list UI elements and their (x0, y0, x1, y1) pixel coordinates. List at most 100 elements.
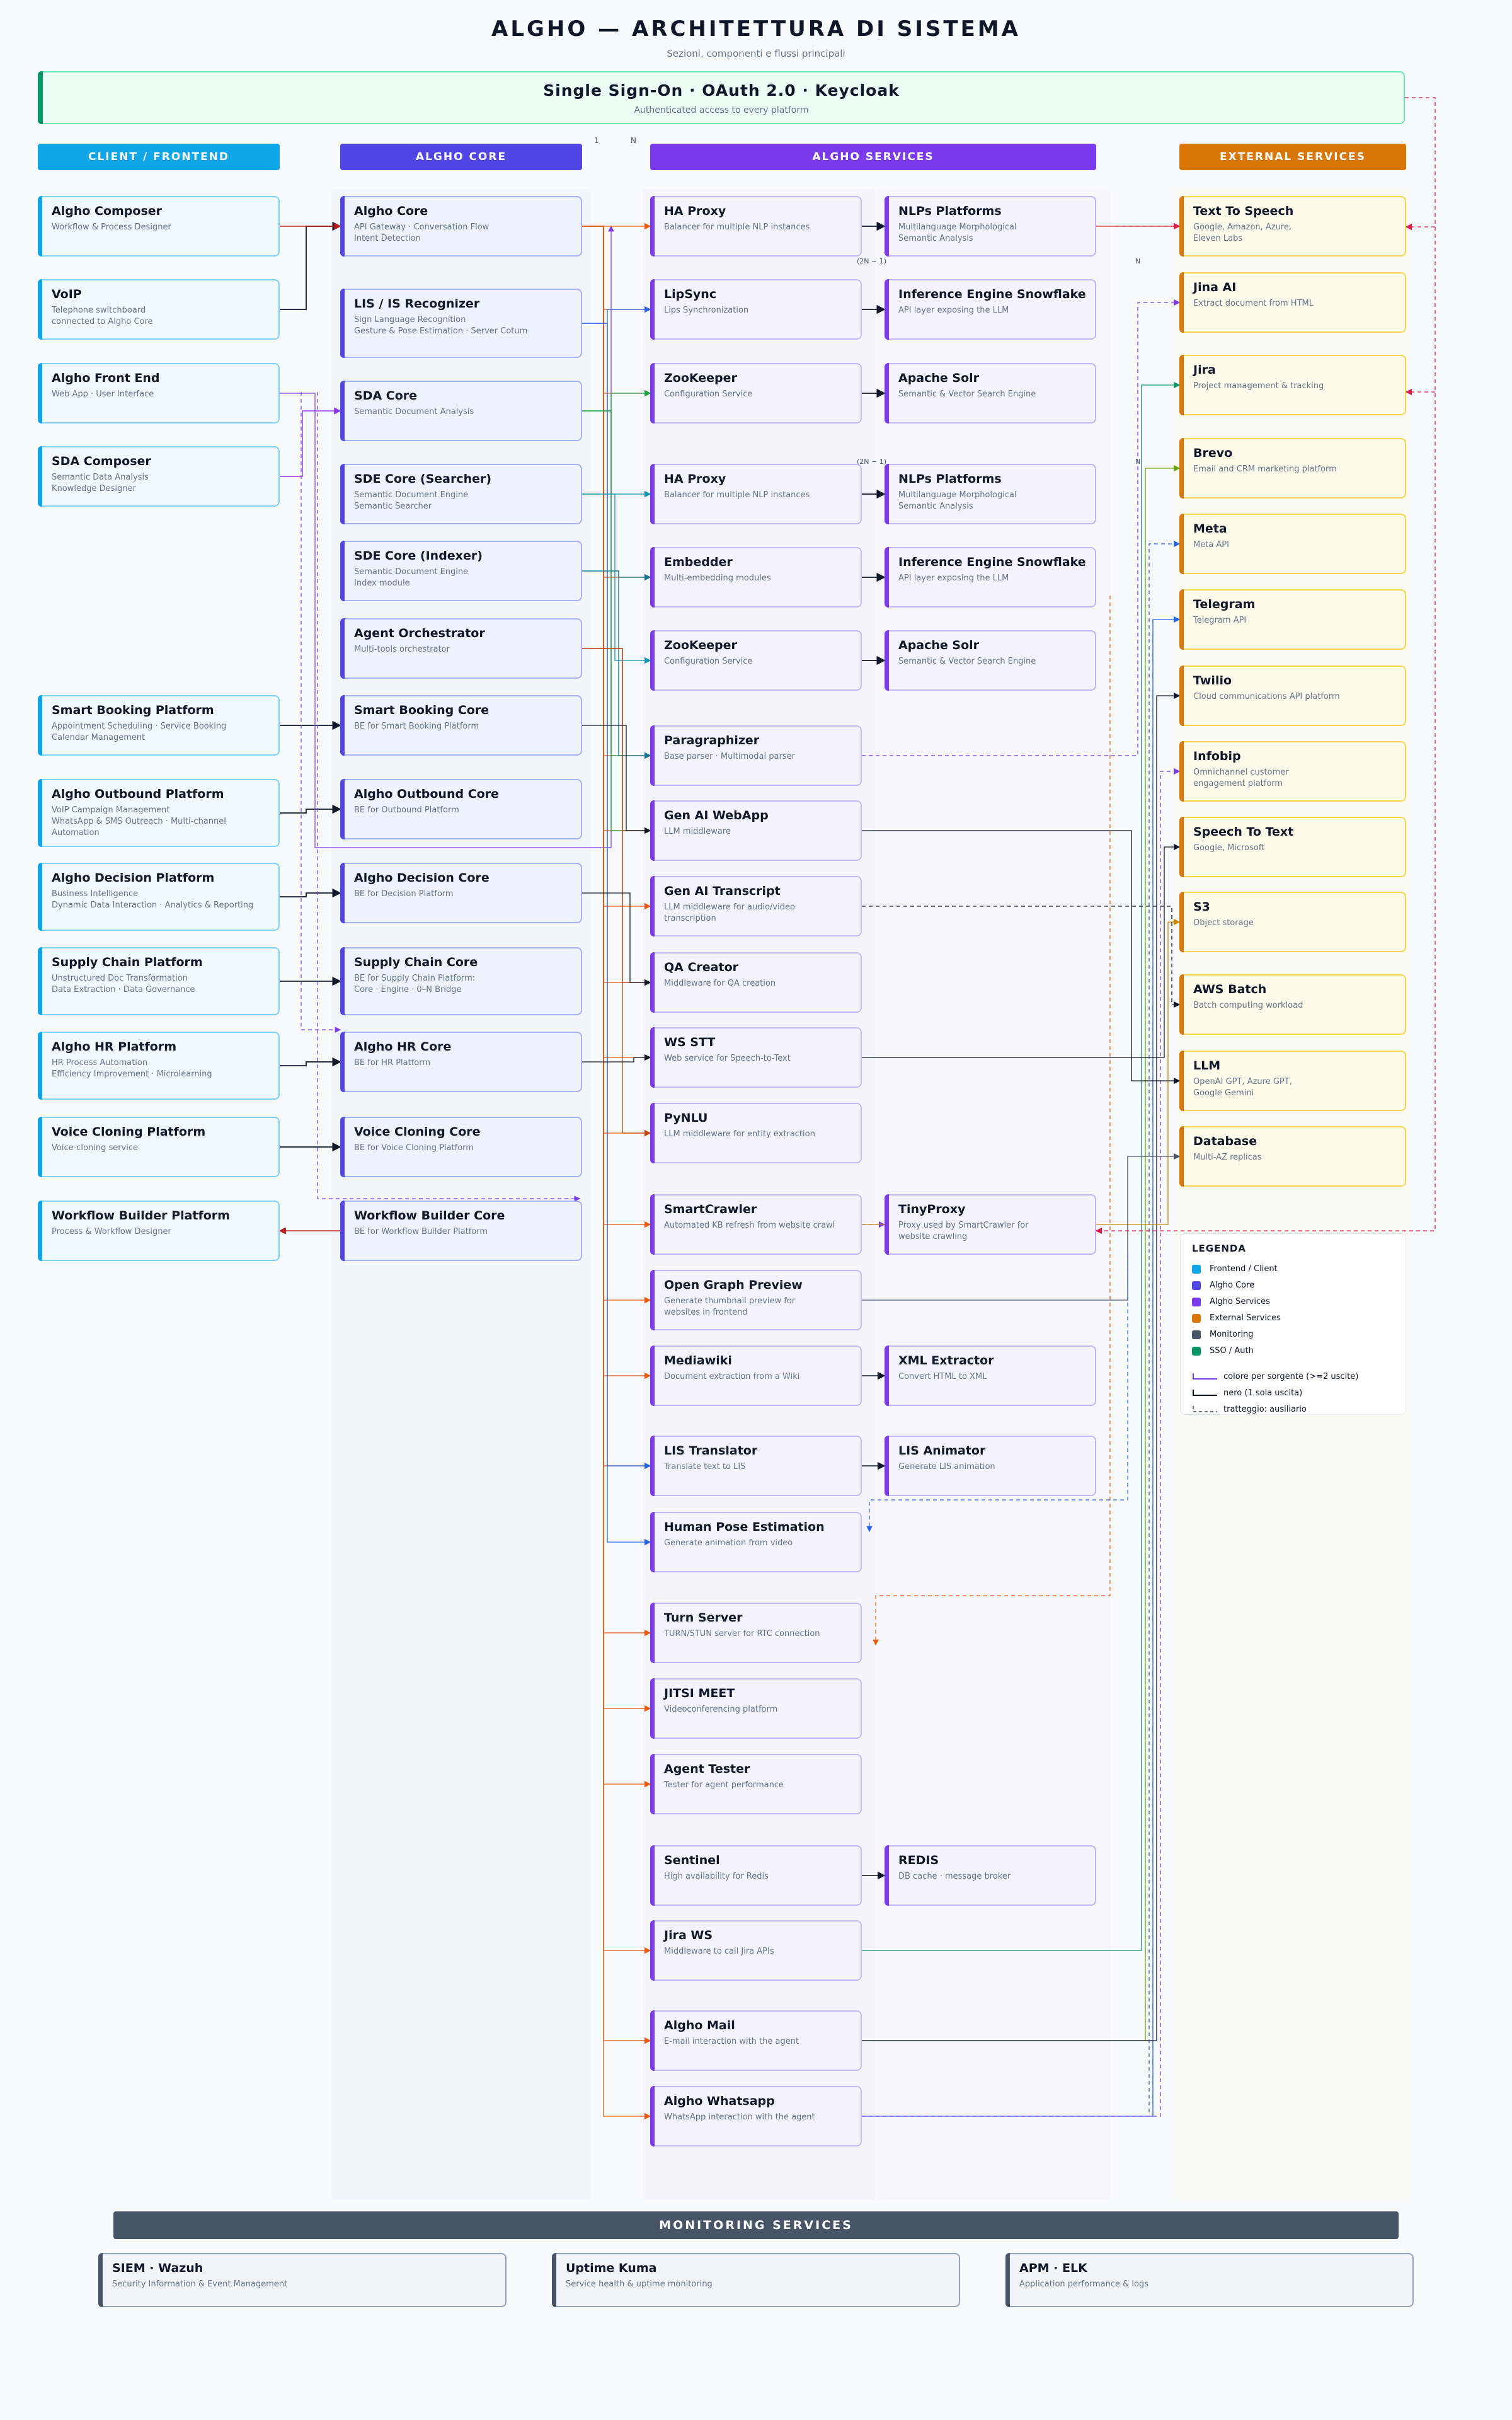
monitoring-node[interactable]: SIEM · Wazuh Security Information & Event… (98, 2253, 507, 2307)
core-node[interactable]: Voice Cloning Core BE for Voice Cloning P… (340, 1117, 582, 1177)
service-node[interactable]: ZooKeeper Configuration Service (650, 630, 862, 691)
core-node[interactable]: LIS / IS Recognizer Sign Language Recogni… (340, 289, 582, 358)
service-node[interactable]: LIS Animator Generate LIS animation (885, 1436, 1096, 1496)
node-title: Uptime Kuma (566, 2261, 657, 2275)
client-node[interactable]: Workflow Builder Platform Process & Workf… (38, 1201, 280, 1261)
service-node[interactable]: WS STT Web service for Speech-to-Text (650, 1027, 862, 1088)
box-accent (1179, 514, 1184, 574)
service-node[interactable]: Apache Solr Semantic & Vector Search Engi… (885, 363, 1096, 424)
service-node[interactable]: Open Graph Preview Generate thumbnail pre… (650, 1270, 862, 1330)
service-node[interactable]: HA Proxy Balancer for multiple NLP instan… (650, 464, 862, 524)
service-node[interactable]: SmartCrawler Automated KB refresh from we… (650, 1194, 862, 1255)
core-node[interactable]: Algho HR Core BE for HR Platform (340, 1032, 582, 1092)
box-accent (552, 2253, 556, 2307)
service-node[interactable]: PyNLU LLM middleware for entity extractio… (650, 1103, 862, 1163)
external-node[interactable]: Brevo Email and CRM marketing platform (1179, 438, 1406, 498)
service-node[interactable]: NLPs Platforms Multilanguage Morphologica… (885, 464, 1096, 524)
node-subtitle: Omnichannel customer engagement platform (1193, 768, 1289, 788)
legend-title: LEGENDA (1192, 1243, 1246, 1254)
node-title: QA Creator (664, 960, 738, 974)
external-node[interactable]: Jina AI Extract document from HTML (1179, 272, 1406, 333)
service-node[interactable]: TinyProxy Proxy used by SmartCrawler for … (885, 1194, 1096, 1255)
client-node[interactable]: Voice Cloning Platform Voice-cloning serv… (38, 1117, 280, 1177)
box-accent (650, 464, 655, 524)
monitoring-node[interactable]: Uptime Kuma Service health & uptime monit… (552, 2253, 960, 2307)
external-node[interactable]: Speech To Text Google, Microsoft (1179, 817, 1406, 877)
external-node[interactable]: Infobip Omnichannel customer engagement p… (1179, 741, 1406, 802)
service-node[interactable]: LipSync Lips Synchronization (650, 279, 862, 340)
service-node[interactable]: Gen AI Transcript LLM middleware for audi… (650, 876, 862, 936)
client-node[interactable]: Smart Booking Platform Appointment Schedu… (38, 695, 280, 756)
client-node[interactable]: Algho Composer Workflow & Process Designe… (38, 196, 280, 256)
connector-line (582, 389, 651, 412)
external-node[interactable]: Telegram Telegram API (1179, 589, 1406, 650)
legend-line-sample (1193, 1390, 1217, 1396)
external-node[interactable]: LLM OpenAI GPT, Azure GPT, Google Gemini (1179, 1051, 1406, 1111)
service-node[interactable]: Algho Whatsapp WhatsApp interaction with … (650, 2086, 862, 2146)
legend-swatch (1192, 1297, 1201, 1306)
service-node[interactable]: Jira WS Middleware to call Jira APIs (650, 1920, 862, 1981)
external-node[interactable]: Meta Meta API (1179, 514, 1406, 574)
service-node[interactable]: REDIS DB cache · message broker (885, 1845, 1096, 1906)
node-title: Brevo (1193, 446, 1233, 460)
sso-banner[interactable]: Single Sign-On · OAuth 2.0 · Keycloak Au… (38, 71, 1405, 124)
external-node[interactable]: S3 Object storage (1179, 892, 1406, 952)
service-node[interactable]: Agent Tester Tester for agent performance (650, 1754, 862, 1814)
node-subtitle: Process & Workflow Designer (52, 1227, 171, 1236)
core-node[interactable]: Smart Booking Core BE for Smart Booking P… (340, 695, 582, 756)
legend-label: Algho Core (1210, 1281, 1255, 1290)
service-node[interactable]: Inference Engine Snowflake API layer expo… (885, 547, 1096, 608)
client-node[interactable]: Supply Chain Platform Unstructured Doc Tr… (38, 947, 280, 1015)
legend-label: External Services (1210, 1313, 1281, 1323)
node-title: Smart Booking Core (354, 703, 490, 717)
core-node[interactable]: Agent Orchestrator Multi-tools orchestrat… (340, 618, 582, 679)
external-node[interactable]: AWS Batch Batch computing workload (1179, 974, 1406, 1035)
service-node[interactable]: Algho Mail E-mail interaction with the ag… (650, 2010, 862, 2071)
external-node[interactable]: Jira Project management & tracking (1179, 355, 1406, 415)
monitoring-node[interactable]: APM · ELK Application performance & logs (1005, 2253, 1414, 2307)
service-node[interactable]: Apache Solr Semantic & Vector Search Engi… (885, 630, 1096, 691)
core-node[interactable]: Algho Decision Core BE for Decision Platf… (340, 863, 582, 923)
node-title: SmartCrawler (664, 1202, 757, 1216)
service-node[interactable]: Inference Engine Snowflake API layer expo… (885, 279, 1096, 340)
service-node[interactable]: QA Creator Middleware for QA creation (650, 952, 862, 1013)
service-node[interactable]: Paragraphizer Base parser · Multimodal pa… (650, 725, 862, 786)
core-node[interactable]: Algho Outbound Core BE for Outbound Platf… (340, 779, 582, 839)
box-accent (650, 1270, 655, 1330)
service-node[interactable]: Human Pose Estimation Generate animation … (650, 1512, 862, 1572)
core-node[interactable]: Supply Chain Core BE for Supply Chain Pla… (340, 947, 582, 1015)
core-node[interactable]: SDE Core (Indexer) Semantic Document Engi… (340, 541, 582, 601)
external-node[interactable]: Text To Speech Google, Amazon, Azure, Ele… (1179, 196, 1406, 256)
core-node[interactable]: Workflow Builder Core BE for Workflow Bui… (340, 1201, 582, 1261)
client-node[interactable]: SDA Composer Semantic Data Analysis Knowl… (38, 446, 280, 507)
client-node[interactable]: VoIP Telephone switchboard connected to A… (38, 279, 280, 340)
service-node[interactable]: Gen AI WebApp LLM middleware (650, 800, 862, 861)
external-node[interactable]: Database Multi-AZ replicas (1179, 1126, 1406, 1187)
box-accent (340, 1201, 345, 1261)
service-node[interactable]: Mediawiki Document extraction from a Wiki (650, 1345, 862, 1406)
ratio-n: N (631, 136, 636, 145)
connector-line (582, 226, 651, 313)
service-node[interactable]: JITSI MEET Videoconferencing platform (650, 1678, 862, 1739)
service-node[interactable]: ZooKeeper Configuration Service (650, 363, 862, 424)
service-node[interactable]: Embedder Multi-embedding modules (650, 547, 862, 608)
client-node[interactable]: Algho Decision Platform Business Intellig… (38, 863, 280, 931)
service-node[interactable]: NLPs Platforms Multilanguage Morphologica… (885, 196, 1096, 256)
connector-line (582, 648, 651, 834)
client-node[interactable]: Algho HR Platform HR Process Automation E… (38, 1032, 280, 1100)
core-node[interactable]: Algho Core API Gateway · Conversation Flo… (340, 196, 582, 256)
external-node[interactable]: Twilio Cloud communications API platform (1179, 666, 1406, 726)
core-node[interactable]: SDE Core (Searcher) Semantic Document Eng… (340, 464, 582, 524)
service-node[interactable]: HA Proxy Balancer for multiple NLP instan… (650, 196, 862, 256)
service-node[interactable]: LIS Translator Translate text to LIS (650, 1436, 862, 1496)
service-node[interactable]: XML Extractor Convert HTML to XML (885, 1345, 1096, 1406)
node-subtitle: Lips Synchronization (664, 306, 749, 315)
service-node[interactable]: Sentinel High availability for Redis (650, 1845, 862, 1906)
service-node[interactable]: Turn Server TURN/STUN server for RTC conn… (650, 1603, 862, 1663)
client-node[interactable]: Algho Outbound Platform VoIP Campaign Man… (38, 779, 280, 847)
core-node[interactable]: SDA Core Semantic Document Analysis (340, 381, 582, 441)
legend-item: External Services (1192, 1312, 1281, 1325)
connector-line (582, 226, 651, 1061)
box-accent (340, 947, 345, 1015)
client-node[interactable]: Algho Front End Web App · User Interface (38, 363, 280, 424)
